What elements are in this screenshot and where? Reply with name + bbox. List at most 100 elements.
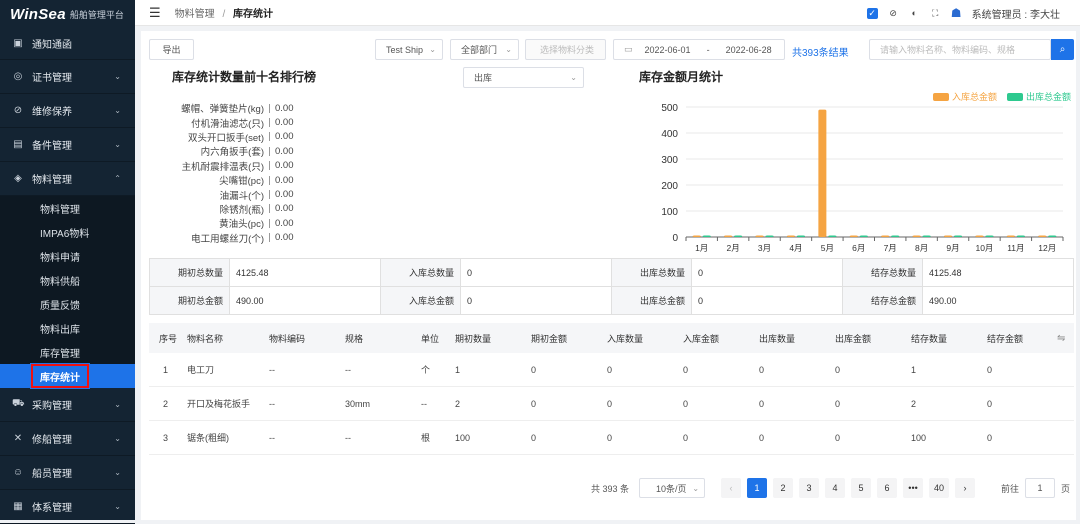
checkbox-icon[interactable]: ✓ — [866, 7, 878, 19]
bar-out — [1048, 235, 1057, 237]
category-select[interactable]: 选择物料分类 — [525, 39, 606, 60]
calendar-icon: ▭ — [624, 44, 633, 54]
sidebar-item-certificate[interactable]: ◎ 证书管理 ⌄ — [0, 60, 135, 94]
sidebar-item-maintenance[interactable]: ⊘ 维修保养 ⌄ — [0, 94, 135, 128]
column-header[interactable]: 物料编码 — [263, 332, 339, 345]
monthly-amount-chart: 0 100 200 300 400 500 1月 2月 3月 4月 5月 6月 7月 8月 9月 10月 11月… — [661, 103, 1064, 253]
x-tick-label: 6月 — [852, 243, 865, 253]
sidebar-subitem-feedback[interactable]: 质量反馈 — [0, 292, 135, 316]
dept-select[interactable]: 全部部门 ⌄ — [450, 39, 519, 60]
column-header[interactable]: 入库金额 — [677, 332, 753, 345]
search-icon: ⌕ — [1059, 44, 1066, 55]
table-cell: 3 — [163, 432, 169, 443]
column-header[interactable]: 规格 — [339, 332, 415, 345]
table-row[interactable]: 2 开口及梅花扳手 -- 30mm -- 2 0 0 0 0 0 2 0 — [149, 387, 1074, 421]
table-cell: 0 — [987, 364, 993, 375]
date-range-picker[interactable]: ▭ 2022-06-01 - 2022-06-28 — [613, 39, 785, 60]
page-button[interactable]: 5 — [851, 478, 872, 498]
bar-in — [1006, 235, 1015, 237]
breadcrumb: 物料管理 / 库存统计 — [175, 5, 273, 20]
sidebar-subitem-material[interactable]: 物料管理 — [0, 196, 135, 220]
sidebar-subitem-impa6[interactable]: IMPA6物料 — [0, 220, 135, 244]
ranking-item: 付机滑油滤芯(只) 0.00 — [159, 115, 409, 130]
mute-icon[interactable]: ⊘ — [888, 8, 899, 19]
table-row[interactable]: 3 锯条(粗细) -- -- 根 100 0 0 0 0 0 100 0 — [149, 421, 1074, 455]
summary-value: 0 — [691, 258, 843, 287]
sidebar-subitem-supply[interactable]: 物料供船 — [0, 268, 135, 292]
sidebar-subitem-request[interactable]: 物料申请 — [0, 244, 135, 268]
page-button[interactable]: 3 — [799, 478, 820, 498]
column-header[interactable]: 出库数量 — [753, 332, 829, 345]
column-header[interactable]: 入库数量 — [601, 332, 677, 345]
stock-table: 序号 物料名称 物料编码 规格 单位 期初数量 期初金额 入库数量 入库金额 出库数量 出库金额 结存… — [149, 323, 1074, 455]
summary-key: 出库总金额 — [611, 286, 692, 315]
ranking-divider — [269, 218, 270, 228]
sidebar: WinSea 船舶管理平台 ▣ 通知通函 ◎ 证书管理 ⌄ ⊘ 维修保养 ⌄ ▤… — [0, 0, 135, 524]
user-name[interactable]: 系统管理员 : 李大壮 — [972, 6, 1060, 21]
summary-key: 出库总数量 — [611, 258, 692, 287]
table-body: 1 电工刀 -- -- 个 1 0 0 0 0 0 1 0 2 开口及梅花扳手 -- 30mm -- 2 0 0 0 0 0 2… — [149, 353, 1074, 455]
ranking-type-select[interactable]: 出库 ⌄ — [463, 67, 584, 88]
fullscreen-icon[interactable]: ⛶ — [930, 8, 941, 19]
search-input[interactable]: 请输入物料名称、物料编码、规格 — [869, 39, 1051, 60]
page-button[interactable]: 4 — [825, 478, 846, 498]
bar-out — [985, 235, 994, 237]
sidebar-item-notice[interactable]: ▣ 通知通函 — [0, 28, 135, 60]
table-cell: 个 — [421, 365, 431, 375]
table-cell: 锯条(粗细) — [187, 433, 229, 443]
page-button[interactable]: 1 — [747, 478, 768, 498]
column-header[interactable]: 出库金额 — [829, 332, 905, 345]
sidebar-subitem-outbound[interactable]: 物料出库 — [0, 316, 135, 340]
column-header[interactable]: 单位 — [415, 332, 449, 345]
sidebar-item-parts[interactable]: ▤ 备件管理 ⌄ — [0, 128, 135, 162]
sidebar-subitem-stats[interactable]: 库存统计 — [30, 363, 90, 389]
breadcrumb-item[interactable]: 物料管理 — [175, 9, 215, 20]
column-header[interactable]: 结存数量 — [905, 332, 981, 345]
page-button[interactable]: ••• — [903, 478, 924, 498]
sidebar-item-material[interactable]: ◈ 物料管理 ⌃ — [0, 162, 135, 196]
x-tick-label: 3月 — [758, 243, 771, 253]
column-header[interactable]: 期初金额 — [525, 332, 601, 345]
next-page-button[interactable]: › — [955, 478, 976, 498]
chart-title: 库存金额月统计 — [639, 70, 724, 84]
user-avatar-icon[interactable]: ☗ — [951, 6, 962, 20]
table-cell: 0 — [607, 364, 613, 375]
table-cell: 1 — [911, 364, 917, 375]
sidebar-subitem-inventory[interactable]: 库存管理 — [0, 340, 135, 364]
ranking-item-value: 0.00 — [275, 145, 294, 157]
menu-toggle-icon[interactable]: ☰ — [149, 5, 161, 21]
goto-page-input[interactable]: 1 — [1025, 478, 1056, 498]
table-row[interactable]: 1 电工刀 -- -- 个 1 0 0 0 0 0 1 0 — [149, 353, 1074, 387]
column-header[interactable]: 结存金额 — [981, 332, 1057, 345]
ship-select[interactable]: Test Ship ⌄ — [375, 39, 443, 60]
sidebar-item-label: 通知通函 — [32, 40, 72, 51]
search-button[interactable]: ⌕ — [1051, 39, 1074, 60]
page-button[interactable]: 6 — [877, 478, 898, 498]
column-header[interactable]: 物料名称 — [181, 332, 263, 345]
language-icon[interactable]: ◐ — [909, 8, 920, 19]
sidebar-item-system[interactable]: ▦ 体系管理 ⌄ — [0, 490, 135, 524]
column-header[interactable]: 序号 — [149, 332, 181, 345]
page-button[interactable]: 2 — [773, 478, 794, 498]
table-cell: 0 — [683, 398, 689, 409]
sidebar-subitem-stats-row[interactable]: 库存统计 — [0, 363, 135, 389]
ranking-item: 尖嘴钳(pc) 0.00 — [159, 173, 409, 188]
app-logo[interactable]: WinSea 船舶管理平台 — [0, 0, 135, 28]
bar-out — [734, 235, 743, 237]
column-settings-icon[interactable]: ⇋ — [1057, 333, 1077, 344]
export-button[interactable]: 导出 — [149, 39, 194, 60]
sidebar-item-repair[interactable]: ✕ 修船管理 ⌄ — [0, 422, 135, 456]
page-button[interactable]: 40 — [929, 478, 950, 498]
table-cell: -- — [269, 364, 275, 375]
prev-page-button[interactable]: ‹ — [721, 478, 742, 498]
bar-in — [818, 109, 827, 237]
bar-out — [796, 235, 805, 237]
sidebar-item-purchase[interactable]: ⛟ 采购管理 ⌄ — [0, 388, 135, 422]
bar-out — [954, 235, 963, 237]
repair-icon: ✕ — [13, 433, 23, 444]
y-tick-label: 0 — [672, 233, 678, 244]
sidebar-item-crew[interactable]: ☺ 船员管理 ⌄ — [0, 456, 135, 490]
table-cell: 30mm — [345, 398, 371, 409]
page-size-select[interactable]: 10条/页 ⌄ — [639, 478, 706, 498]
column-header[interactable]: 期初数量 — [449, 332, 525, 345]
